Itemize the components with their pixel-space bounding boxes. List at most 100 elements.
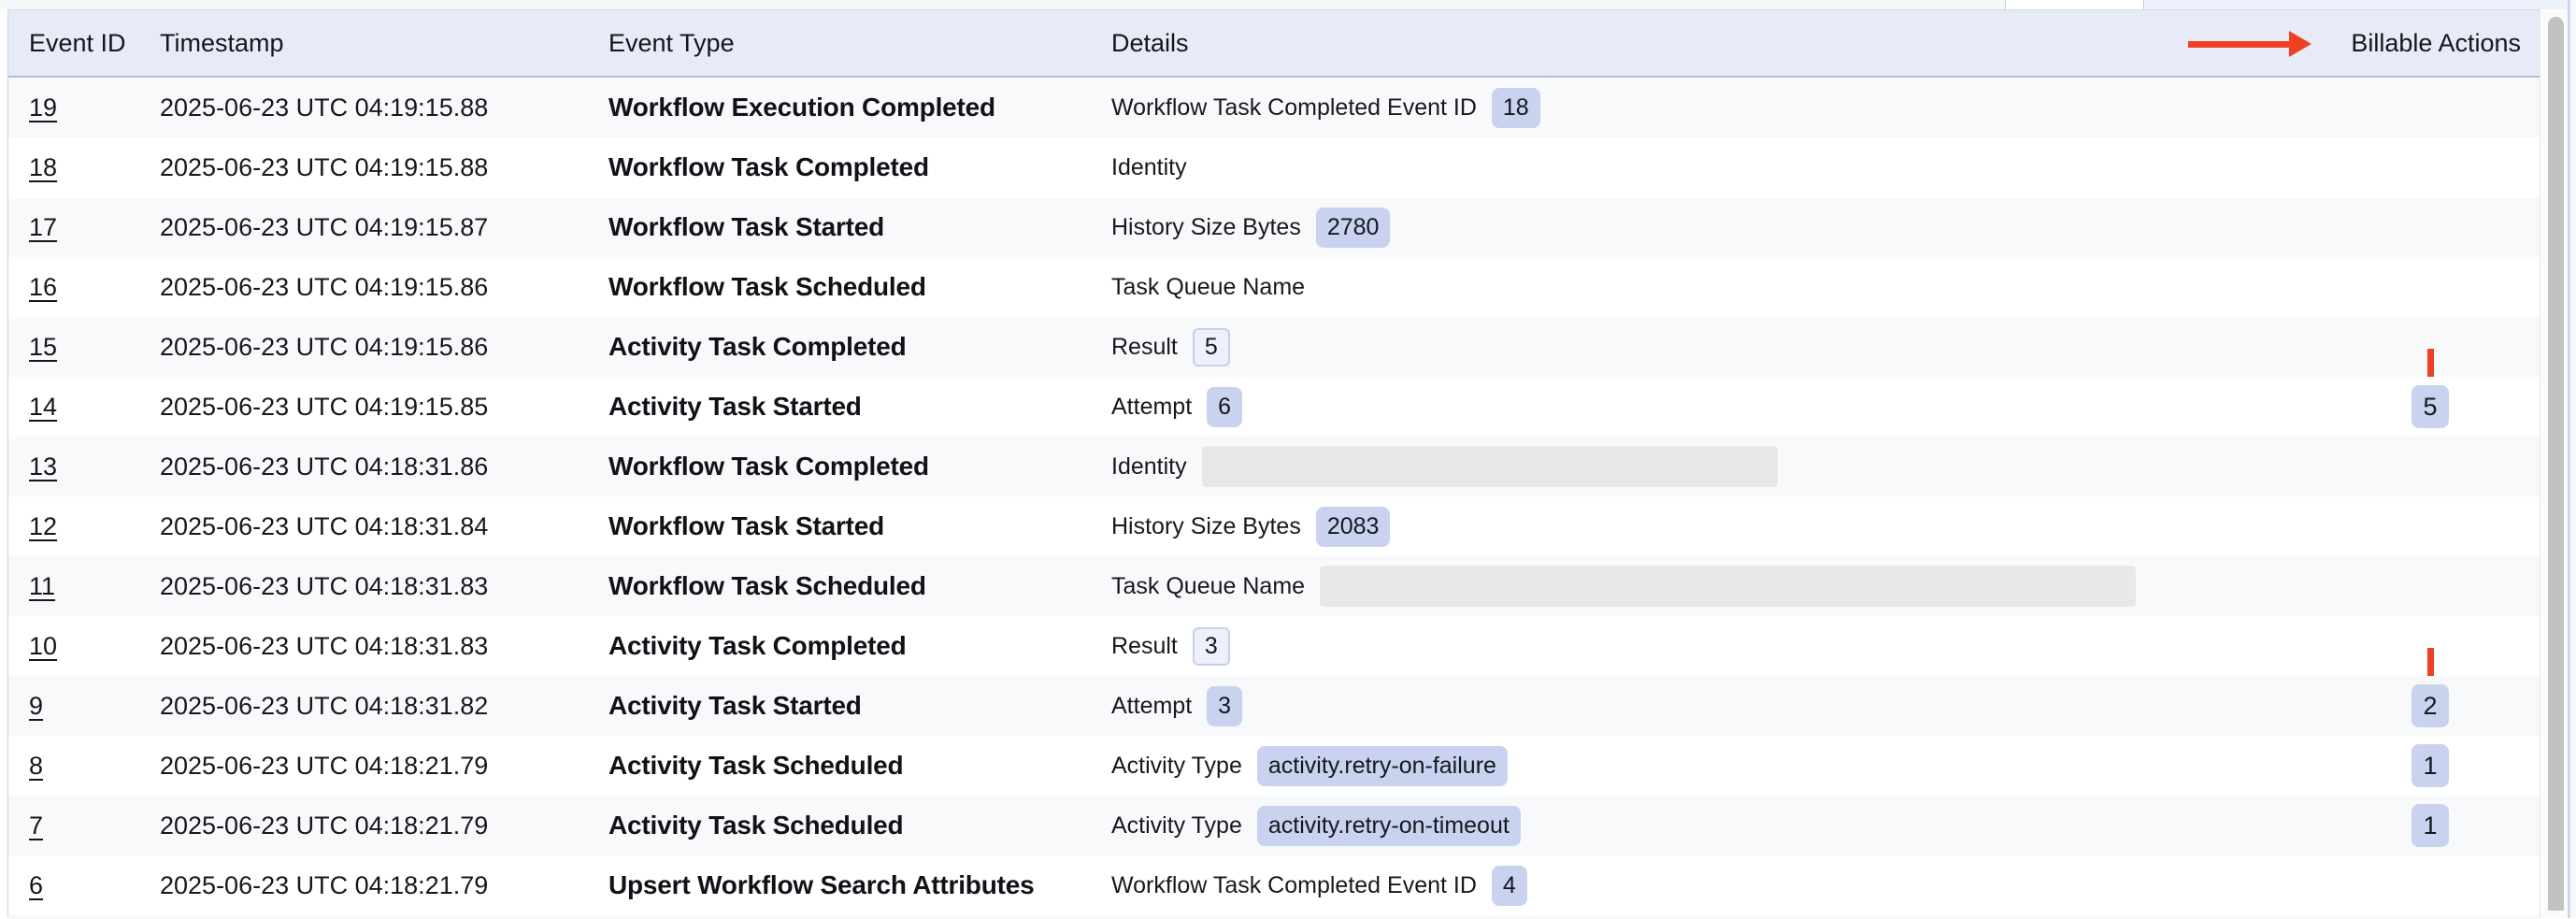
event-id-link[interactable]: 15: [29, 333, 57, 361]
detail-value-badge: 4: [1492, 866, 1527, 906]
timestamp: 2025-06-23 UTC 04:18:21.79: [139, 811, 588, 840]
table-row[interactable]: 13 2025-06-23 UTC 04:18:31.86 Workflow T…: [8, 437, 2540, 496]
event-type: Activity Task Completed: [588, 631, 1111, 661]
event-id-link[interactable]: 9: [29, 692, 43, 720]
detail-label: Task Queue Name: [1111, 573, 1305, 600]
event-id-link[interactable]: 18: [29, 153, 57, 181]
annotation-arrow-right-icon: [2188, 31, 2311, 57]
detail-value-badge: 3: [1207, 686, 1242, 726]
table-row[interactable]: 11 2025-06-23 UTC 04:18:31.83 Workflow T…: [8, 556, 2540, 616]
event-id-link[interactable]: 12: [29, 512, 57, 540]
detail-label: Workflow Task Completed Event ID: [1111, 872, 1477, 899]
timestamp: 2025-06-23 UTC 04:19:15.85: [139, 393, 588, 422]
event-id-link[interactable]: 17: [29, 213, 57, 241]
event-type: Workflow Task Scheduled: [588, 272, 1111, 302]
event-id-link[interactable]: 14: [29, 393, 57, 421]
timestamp: 2025-06-23 UTC 04:19:15.88: [139, 153, 588, 182]
event-type: Activity Task Started: [588, 392, 1111, 422]
billable-actions-badge: 1: [2411, 804, 2449, 847]
event-type: Workflow Task Started: [588, 212, 1111, 242]
column-header-timestamp: Timestamp: [139, 29, 588, 58]
table-row[interactable]: 9 2025-06-23 UTC 04:18:31.82 Activity Ta…: [8, 676, 2540, 736]
detail-label: Task Queue Name: [1111, 274, 1305, 301]
event-type: Activity Task Completed: [588, 332, 1111, 362]
timestamp: 2025-06-23 UTC 04:18:21.79: [139, 871, 588, 900]
detail-value-badge: 2083: [1316, 507, 1391, 547]
detail-value-badge: activity.retry-on-timeout: [1257, 806, 1521, 846]
table-row[interactable]: 18 2025-06-23 UTC 04:19:15.88 Workflow T…: [8, 137, 2540, 197]
column-header-details: Details: [1111, 29, 2321, 58]
detail-label: Attempt: [1111, 693, 1192, 720]
event-id-link[interactable]: 11: [29, 572, 55, 600]
detail-value-badge: 2780: [1316, 208, 1391, 248]
detail-value-badge: 5: [1193, 328, 1230, 366]
event-type: Activity Task Scheduled: [588, 751, 1111, 781]
top-edge-control-fragment: [2005, 0, 2144, 9]
detail-label: Workflow Task Completed Event ID: [1111, 94, 1477, 122]
event-type: Activity Task Started: [588, 691, 1111, 721]
table-row[interactable]: 14 2025-06-23 UTC 04:19:15.85 Activity T…: [8, 377, 2540, 437]
column-header-event-type: Event Type: [588, 29, 1111, 58]
timestamp: 2025-06-23 UTC 04:18:31.82: [139, 692, 588, 721]
event-type: Workflow Task Scheduled: [588, 571, 1111, 601]
table-row[interactable]: 12 2025-06-23 UTC 04:18:31.84 Workflow T…: [8, 496, 2540, 556]
redacted-value: [1202, 446, 1778, 487]
scrollbar-thumb[interactable]: [2548, 17, 2564, 911]
billable-actions-badge: 1: [2411, 744, 2449, 787]
detail-label: Attempt: [1111, 394, 1192, 421]
timestamp: 2025-06-23 UTC 04:18:31.83: [139, 572, 588, 601]
right-edge-strip: [2570, 0, 2576, 918]
timestamp: 2025-06-23 UTC 04:18:21.79: [139, 752, 588, 781]
column-header-billable-actions: Billable Actions: [2321, 29, 2540, 58]
detail-label: Result: [1111, 334, 1178, 361]
vertical-scrollbar: [2541, 9, 2568, 918]
event-id-link[interactable]: 6: [29, 871, 43, 899]
detail-value-badge: activity.retry-on-failure: [1257, 746, 1508, 786]
top-edge-strip: [0, 0, 2576, 9]
table-row[interactable]: 8 2025-06-23 UTC 04:18:21.79 Activity Ta…: [8, 736, 2540, 796]
table-row[interactable]: 17 2025-06-23 UTC 04:19:15.87 Workflow T…: [8, 197, 2540, 257]
timestamp: 2025-06-23 UTC 04:18:31.83: [139, 632, 588, 661]
top-edge-highlight-fragment: [2145, 0, 2576, 9]
table-row[interactable]: 10 2025-06-23 UTC 04:18:31.83 Activity T…: [8, 616, 2540, 676]
detail-label: Identity: [1111, 453, 1187, 481]
detail-label: History Size Bytes: [1111, 513, 1301, 540]
timestamp: 2025-06-23 UTC 04:19:15.88: [139, 93, 588, 122]
event-id-link[interactable]: 16: [29, 273, 57, 301]
event-type: Workflow Task Completed: [588, 452, 1111, 481]
table-row[interactable]: 6 2025-06-23 UTC 04:18:21.79 Upsert Work…: [8, 855, 2540, 915]
next-row-edge: [8, 915, 2540, 919]
event-id-link[interactable]: 10: [29, 632, 57, 660]
table-body: 19 2025-06-23 UTC 04:19:15.88 Workflow E…: [8, 78, 2540, 915]
event-id-link[interactable]: 7: [29, 811, 43, 840]
detail-label: Activity Type: [1111, 812, 1242, 840]
table-row[interactable]: 16 2025-06-23 UTC 04:19:15.86 Workflow T…: [8, 257, 2540, 317]
event-type: Workflow Task Completed: [588, 152, 1111, 182]
timestamp: 2025-06-23 UTC 04:19:15.86: [139, 333, 588, 362]
redacted-value: [1320, 566, 2136, 607]
table-row[interactable]: 7 2025-06-23 UTC 04:18:21.79 Activity Ta…: [8, 796, 2540, 855]
event-id-link[interactable]: 13: [29, 452, 57, 481]
detail-value-badge: 18: [1492, 88, 1540, 128]
detail-label: Identity: [1111, 154, 1187, 181]
timestamp: 2025-06-23 UTC 04:19:15.86: [139, 273, 588, 302]
event-type: Workflow Task Started: [588, 511, 1111, 541]
detail-label: Activity Type: [1111, 753, 1242, 780]
timestamp: 2025-06-23 UTC 04:18:31.84: [139, 512, 588, 541]
detail-label: History Size Bytes: [1111, 214, 1301, 241]
detail-label: Result: [1111, 633, 1178, 660]
timestamp: 2025-06-23 UTC 04:19:15.87: [139, 213, 588, 242]
billable-actions-badge: 5: [2411, 385, 2449, 428]
table-row[interactable]: 15 2025-06-23 UTC 04:19:15.86 Activity T…: [8, 317, 2540, 377]
event-id-link[interactable]: 8: [29, 752, 43, 780]
event-type: Upsert Workflow Search Attributes: [588, 870, 1111, 900]
timestamp: 2025-06-23 UTC 04:18:31.86: [139, 452, 588, 481]
billable-actions-badge: 2: [2411, 684, 2449, 727]
event-history-table: Event ID Timestamp Event Type Details Bi…: [7, 9, 2540, 918]
table-row[interactable]: 19 2025-06-23 UTC 04:19:15.88 Workflow E…: [8, 78, 2540, 137]
column-header-event-id: Event ID: [8, 29, 139, 58]
detail-value-badge: 6: [1207, 387, 1242, 427]
event-type: Activity Task Scheduled: [588, 811, 1111, 840]
event-id-link[interactable]: 19: [29, 93, 57, 122]
detail-value-badge: 3: [1193, 627, 1230, 666]
